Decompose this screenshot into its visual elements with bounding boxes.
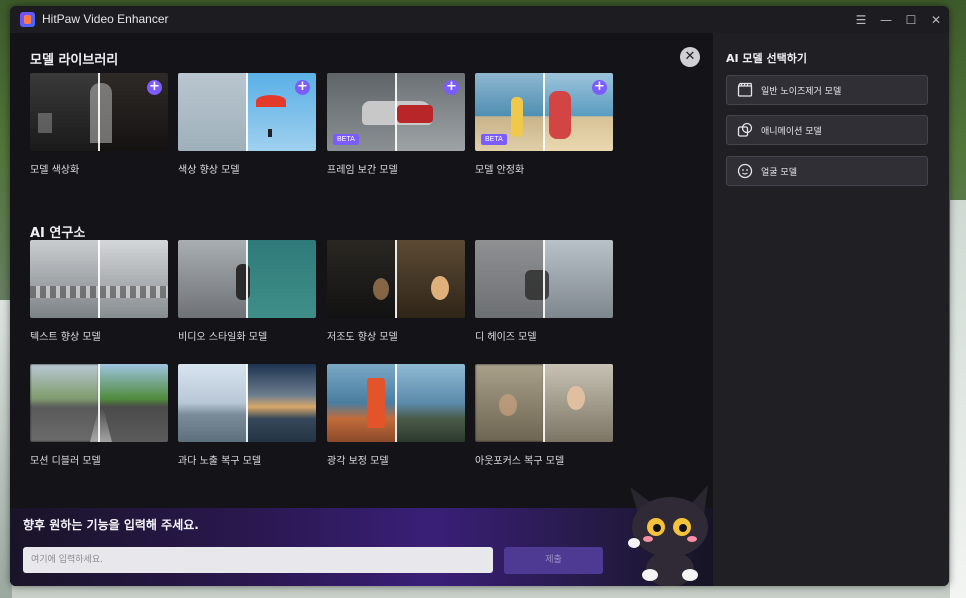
card-label: 모델 안정화 bbox=[475, 165, 525, 176]
close-library-button[interactable]: ✕ bbox=[680, 47, 700, 67]
card-thumbnail bbox=[327, 364, 465, 442]
feature-request-input[interactable] bbox=[23, 547, 493, 573]
app-logo-icon bbox=[20, 12, 35, 27]
model-button-label: 얼굴 모델 bbox=[761, 168, 797, 178]
feature-request-title: 향후 원하는 기능을 입력해 주세요. bbox=[23, 518, 199, 532]
card-label: 광각 보정 모델 bbox=[327, 456, 389, 467]
app-window: HitPaw Video Enhancer ☰ — ☐ ✕ 모델 라이브러리 ✕… bbox=[10, 6, 949, 586]
close-window-button[interactable]: ✕ bbox=[926, 10, 946, 30]
mascot-cat-icon bbox=[628, 485, 708, 586]
card-label: 비디오 스타일화 모델 bbox=[178, 332, 268, 343]
clapperboard-icon bbox=[737, 82, 753, 97]
animation-model-button[interactable]: 애니메이션 모델 bbox=[726, 115, 928, 145]
lab-card-motion-deblur[interactable]: 모션 디블러 모델 bbox=[30, 364, 168, 467]
lab-card-low-light[interactable]: 저조도 향상 모델 bbox=[327, 240, 465, 343]
minimize-button[interactable]: — bbox=[876, 10, 896, 30]
beta-badge: BETA bbox=[481, 134, 507, 145]
ai-model-select-panel: AI 모델 선택하기 일반 노이즈제거 모델 애니메이션 모델 얼굴 모델 bbox=[713, 33, 949, 586]
face-model-button[interactable]: 얼굴 모델 bbox=[726, 156, 928, 186]
lab-card-overexposure[interactable]: 과다 노출 복구 모델 bbox=[178, 364, 316, 467]
card-thumbnail bbox=[178, 240, 316, 318]
animation-icon bbox=[737, 122, 753, 137]
add-model-button[interactable]: + bbox=[147, 80, 162, 95]
add-model-button[interactable]: + bbox=[444, 80, 459, 95]
lab-title: AI 연구소 bbox=[30, 226, 86, 241]
model-button-label: 일반 노이즈제거 모델 bbox=[761, 87, 842, 97]
menu-button[interactable]: ☰ bbox=[851, 10, 871, 30]
library-title: 모델 라이브러리 bbox=[30, 53, 119, 68]
lab-card-text-enhance[interactable]: 텍스트 향상 모델 bbox=[30, 240, 168, 343]
card-thumbnail: + bbox=[30, 73, 168, 151]
card-thumbnail bbox=[178, 364, 316, 442]
lab-card-dehaze[interactable]: 디 헤이즈 모델 bbox=[475, 240, 613, 343]
card-thumbnail bbox=[475, 240, 613, 318]
feature-request-banner: 향후 원하는 기능을 입력해 주세요. 제출 bbox=[10, 508, 713, 586]
card-label: 텍스트 향상 모델 bbox=[30, 332, 101, 343]
card-label: 과다 노출 복구 모델 bbox=[178, 456, 262, 467]
card-label: 색상 향상 모델 bbox=[178, 165, 240, 176]
card-thumbnail bbox=[475, 364, 613, 442]
library-card-frame-interpolation[interactable]: + BETA 프레임 보간 모델 bbox=[327, 73, 465, 176]
card-thumbnail bbox=[327, 240, 465, 318]
lab-card-wide-angle[interactable]: 광각 보정 모델 bbox=[327, 364, 465, 467]
general-denoise-model-button[interactable]: 일반 노이즈제거 모델 bbox=[726, 75, 928, 105]
beta-badge: BETA bbox=[333, 134, 359, 145]
card-label: 저조도 향상 모델 bbox=[327, 332, 398, 343]
lab-card-video-stylize[interactable]: 비디오 스타일화 모델 bbox=[178, 240, 316, 343]
card-thumbnail: + BETA bbox=[475, 73, 613, 151]
panel-title: AI 모델 선택하기 bbox=[726, 52, 807, 65]
card-thumbnail: + BETA bbox=[327, 73, 465, 151]
card-label: 모션 디블러 모델 bbox=[30, 456, 101, 467]
card-label: 프레임 보간 모델 bbox=[327, 165, 398, 176]
card-thumbnail bbox=[30, 364, 168, 442]
lab-card-out-of-focus[interactable]: 아웃포커스 복구 모델 bbox=[475, 364, 613, 467]
maximize-button[interactable]: ☐ bbox=[901, 10, 921, 30]
card-label: 아웃포커스 복구 모델 bbox=[475, 456, 565, 467]
card-label: 디 헤이즈 모델 bbox=[475, 332, 537, 343]
library-card-colorize[interactable]: + 모델 색상화 bbox=[30, 73, 168, 176]
library-card-color-enhance[interactable]: + 색상 향상 모델 bbox=[178, 73, 316, 176]
library-card-stabilize[interactable]: + BETA 모델 안정화 bbox=[475, 73, 613, 176]
submit-button[interactable]: 제출 bbox=[504, 547, 603, 574]
model-library-panel: 모델 라이브러리 ✕ + 모델 색상화 + 색상 향상 모델 + BETA 프레… bbox=[10, 33, 713, 586]
add-model-button[interactable]: + bbox=[592, 80, 607, 95]
card-thumbnail: + bbox=[178, 73, 316, 151]
app-title: HitPaw Video Enhancer bbox=[42, 12, 169, 26]
card-thumbnail bbox=[30, 240, 168, 318]
model-button-label: 애니메이션 모델 bbox=[761, 127, 822, 137]
title-bar: HitPaw Video Enhancer ☰ — ☐ ✕ bbox=[10, 6, 949, 33]
face-icon bbox=[737, 163, 753, 179]
add-model-button[interactable]: + bbox=[295, 80, 310, 95]
card-label: 모델 색상화 bbox=[30, 165, 80, 176]
